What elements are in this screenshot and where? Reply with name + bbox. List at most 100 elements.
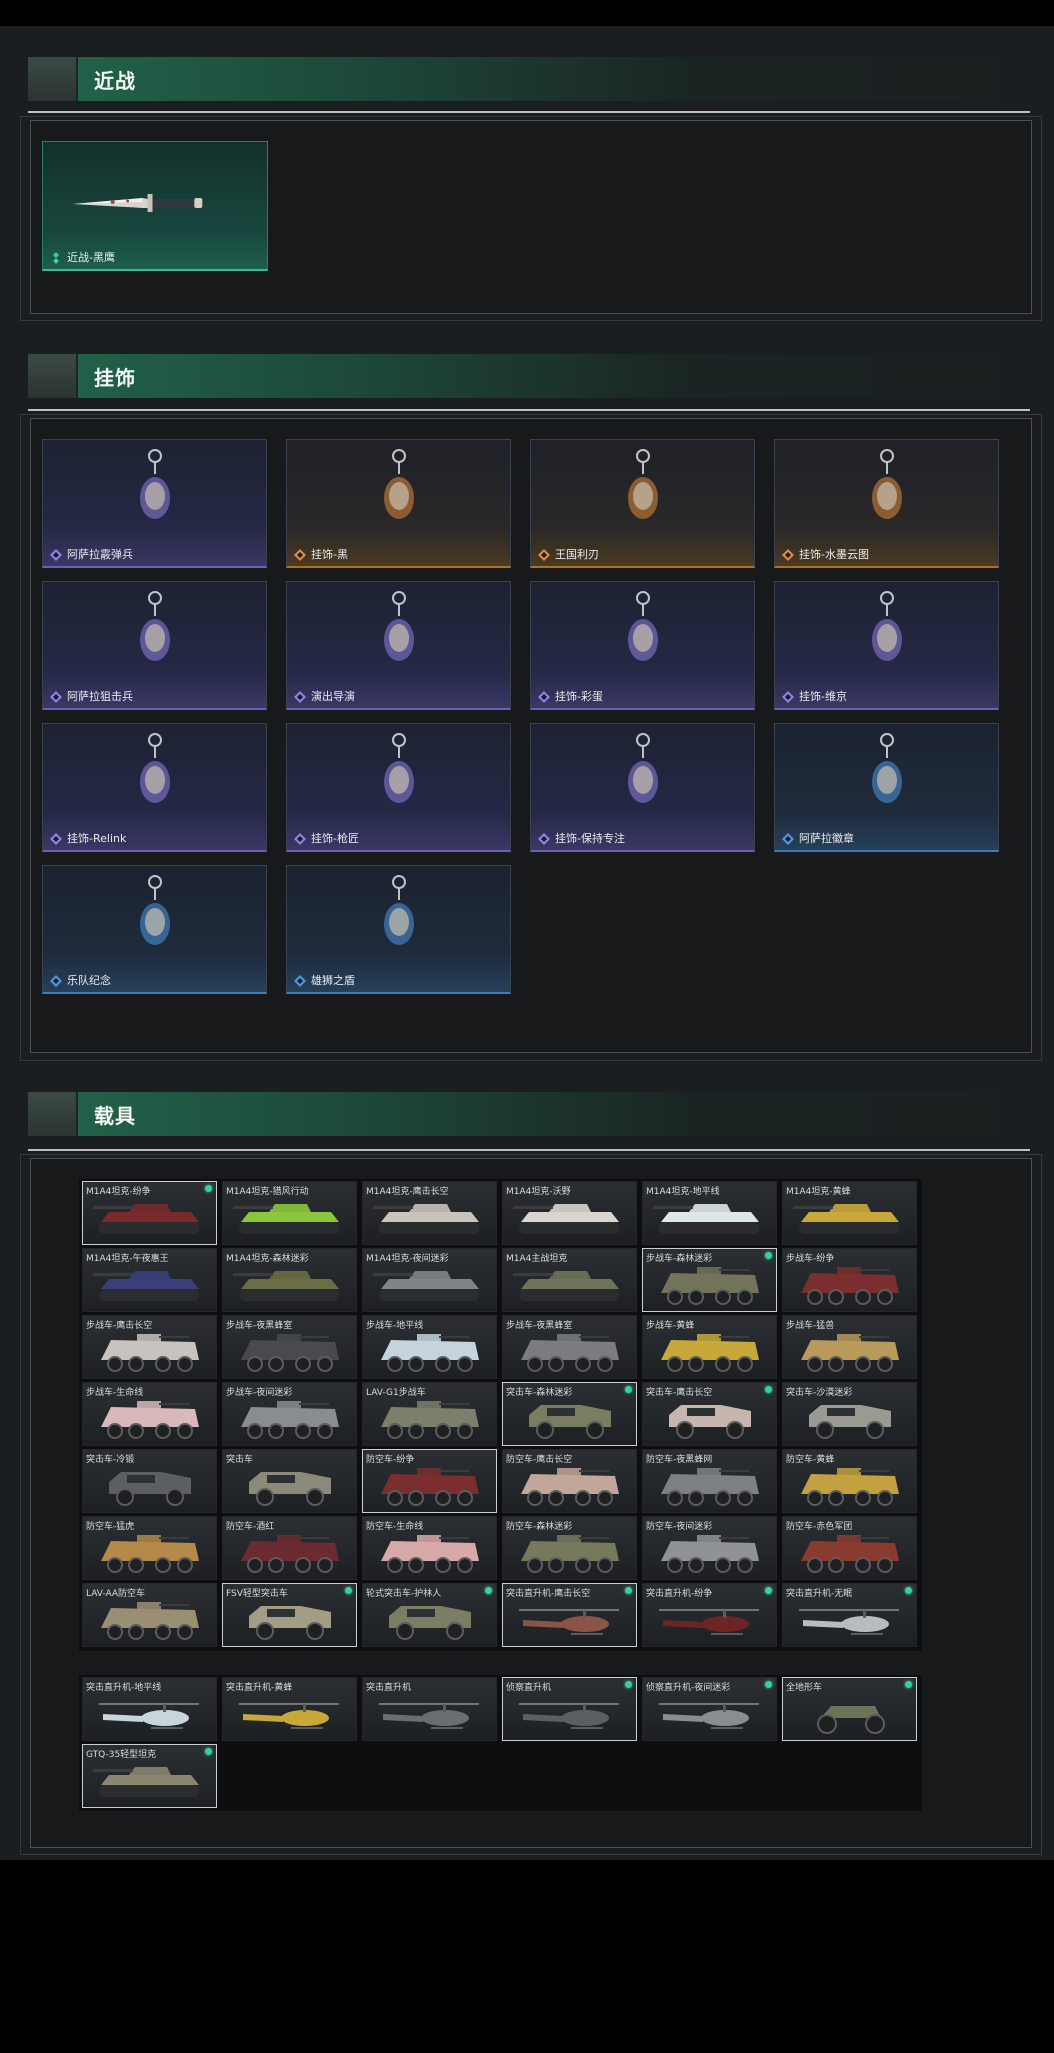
melee-item-card[interactable]: 近战-黑鹰 xyxy=(42,141,268,271)
vehicle-cell[interactable]: 防空车-生命线 xyxy=(362,1516,497,1580)
charm-card[interactable]: 挂饰-维京 xyxy=(774,581,999,710)
vehicle-cell[interactable]: M1A4主战坦克 xyxy=(502,1248,637,1312)
orange-rarity-icon xyxy=(782,549,794,561)
armored-vehicle-image xyxy=(241,1401,339,1439)
vehicle-name: 防空车-黄蜂 xyxy=(786,1455,835,1465)
vehicle-cell[interactable]: LAV-G1步战车 xyxy=(362,1382,497,1446)
vehicle-cell[interactable]: 轮式突击车-护林人 xyxy=(362,1583,497,1647)
tank-image xyxy=(233,1204,339,1234)
armored-vehicle-image xyxy=(101,1334,199,1372)
vehicle-cell[interactable]: 防空车-黄蜂 xyxy=(782,1449,917,1513)
section-header-vehicles: 载具 xyxy=(28,1092,1030,1136)
vehicle-cell[interactable]: 步战车-地平线 xyxy=(362,1315,497,1379)
vehicle-cell[interactable]: 防空车-酒红 xyxy=(222,1516,357,1580)
new-indicator-icon xyxy=(765,1587,772,1594)
vehicle-cell[interactable]: M1A4坦克-鹰击长空 xyxy=(362,1181,497,1245)
vehicle-cell[interactable]: 步战车-森林迷彩 xyxy=(642,1248,777,1312)
vehicle-cell[interactable]: 步战车-夜黑蜂室 xyxy=(502,1315,637,1379)
charm-card[interactable]: 阿萨拉狙击兵 xyxy=(42,581,267,710)
assault-vehicle-image xyxy=(669,1405,751,1439)
helicopter-image xyxy=(99,1703,199,1729)
charm-card[interactable]: 挂饰-黑 xyxy=(286,439,511,568)
charm-card[interactable]: 挂饰-Relink xyxy=(42,723,267,852)
vehicle-name: 轮式突击车-护林人 xyxy=(366,1589,442,1599)
vehicle-cell[interactable]: 突击直升机-鹰击长空 xyxy=(502,1583,637,1647)
assault-vehicle-image xyxy=(529,1405,611,1439)
armored-vehicle-image xyxy=(801,1468,899,1506)
vehicle-name: 突击车-沙漠迷彩 xyxy=(786,1388,853,1398)
vehicle-cell[interactable]: 防空车-赤色军团 xyxy=(782,1516,917,1580)
charm-image xyxy=(384,591,414,661)
charm-card[interactable]: 挂饰-彩蛋 xyxy=(530,581,755,710)
purple-rarity-icon xyxy=(294,833,306,845)
charm-card[interactable]: 雄狮之盾 xyxy=(286,865,511,994)
vehicle-cell[interactable]: FSV轻型突击车 xyxy=(222,1583,357,1647)
vehicle-cell[interactable]: 突击车 xyxy=(222,1449,357,1513)
charm-image xyxy=(140,449,170,519)
charm-card[interactable]: 演出导演 xyxy=(286,581,511,710)
vehicle-cell[interactable]: 突击直升机-黄蜂 xyxy=(222,1677,357,1741)
vehicle-cell[interactable]: 突击直升机 xyxy=(362,1677,497,1741)
vehicle-cell[interactable]: 步战车-猛兽 xyxy=(782,1315,917,1379)
new-indicator-icon xyxy=(625,1386,632,1393)
vehicle-cell[interactable]: 防空车-鹰击长空 xyxy=(502,1449,637,1513)
charm-card[interactable]: 乐队纪念 xyxy=(42,865,267,994)
vehicle-cell[interactable]: 步战车-生命线 xyxy=(82,1382,217,1446)
vehicle-cell[interactable]: 步战车-夜黑蜂室 xyxy=(222,1315,357,1379)
vehicle-cell[interactable]: 突击直升机-地平线 xyxy=(82,1677,217,1741)
charm-card[interactable]: 挂饰-枪匠 xyxy=(286,723,511,852)
charm-image xyxy=(628,733,658,803)
vehicle-cell[interactable]: 突击车-沙漠迷彩 xyxy=(782,1382,917,1446)
vehicle-cell[interactable]: 突击直升机-无眠 xyxy=(782,1583,917,1647)
vehicle-cell[interactable]: 防空车-猛虎 xyxy=(82,1516,217,1580)
vehicle-cell[interactable]: M1A4坦克-夜间迷彩 xyxy=(362,1248,497,1312)
vehicle-cell[interactable]: 步战车-黄蜂 xyxy=(642,1315,777,1379)
item-label: 阿萨拉霰弹兵 xyxy=(67,548,133,561)
charm-card[interactable]: 挂饰-保持专注 xyxy=(530,723,755,852)
vehicle-cell[interactable]: 突击车-冷锻 xyxy=(82,1449,217,1513)
vehicle-cell[interactable]: M1A4坦克-地平线 xyxy=(642,1181,777,1245)
charm-card[interactable]: 王国利刃 xyxy=(530,439,755,568)
vehicle-cell[interactable]: 侦察直升机 xyxy=(502,1677,637,1741)
vehicle-cell[interactable]: 突击车-鹰击长空 xyxy=(642,1382,777,1446)
vehicle-cell[interactable]: 步战车-纷争 xyxy=(782,1248,917,1312)
vehicle-name: 突击直升机-纷争 xyxy=(646,1589,713,1599)
assault-vehicle-image xyxy=(249,1472,331,1506)
charm-card[interactable]: 挂饰-水墨云图 xyxy=(774,439,999,568)
vehicle-cell[interactable]: M1A4坦克-猎风行动 xyxy=(222,1181,357,1245)
vehicle-cell[interactable]: 防空车-夜黑蜂网 xyxy=(642,1449,777,1513)
assault-vehicle-image xyxy=(109,1472,191,1506)
vehicle-cell[interactable]: M1A4坦克-纷争 xyxy=(82,1181,217,1245)
vehicle-cell[interactable]: 防空车-夜间迷彩 xyxy=(642,1516,777,1580)
vehicle-cell[interactable]: LAV-AA防空车 xyxy=(82,1583,217,1647)
armored-vehicle-image xyxy=(241,1334,339,1372)
orange-rarity-icon xyxy=(538,549,550,561)
armored-vehicle-image xyxy=(241,1535,339,1573)
vehicle-cell[interactable]: M1A4坦克-沃野 xyxy=(502,1181,637,1245)
vehicle-cell[interactable]: M1A4坦克-午夜惠王 xyxy=(82,1248,217,1312)
purple-rarity-icon xyxy=(50,833,62,845)
vehicle-cell[interactable]: 突击车-森林迷彩 xyxy=(502,1382,637,1446)
vehicle-cell[interactable]: 全地形车 xyxy=(782,1677,917,1741)
vehicle-cell[interactable]: M1A4坦克-森林迷彩 xyxy=(222,1248,357,1312)
vehicle-cell[interactable]: 防空车-纷争 xyxy=(362,1449,497,1513)
vehicle-cell[interactable]: GTQ-35轻型坦克 xyxy=(82,1744,217,1808)
item-label: 挂饰-枪匠 xyxy=(311,832,359,845)
knife-image xyxy=(72,194,203,212)
vehicle-cell[interactable]: 防空车-森林迷彩 xyxy=(502,1516,637,1580)
vehicle-cell[interactable]: 步战车-夜间迷彩 xyxy=(222,1382,357,1446)
helicopter-image xyxy=(239,1703,339,1729)
vehicle-name: GTQ-35轻型坦克 xyxy=(86,1750,157,1760)
vehicle-cell[interactable]: M1A4坦克-黄蜂 xyxy=(782,1181,917,1245)
armored-vehicle-image xyxy=(101,1602,199,1640)
vehicle-cell[interactable]: 突击直升机-纷争 xyxy=(642,1583,777,1647)
vehicle-cell[interactable]: 步战车-鹰击长空 xyxy=(82,1315,217,1379)
new-indicator-icon xyxy=(765,1386,772,1393)
green-rarity-icon xyxy=(53,252,59,264)
item-label: 阿萨拉狙击兵 xyxy=(67,690,133,703)
new-indicator-icon xyxy=(485,1587,492,1594)
charm-card[interactable]: 阿萨拉徽章 xyxy=(774,723,999,852)
vehicle-cell[interactable]: 侦察直升机-夜间迷彩 xyxy=(642,1677,777,1741)
charm-card[interactable]: 阿萨拉霰弹兵 xyxy=(42,439,267,568)
vehicle-name: M1A4坦克-午夜惠王 xyxy=(86,1254,169,1264)
